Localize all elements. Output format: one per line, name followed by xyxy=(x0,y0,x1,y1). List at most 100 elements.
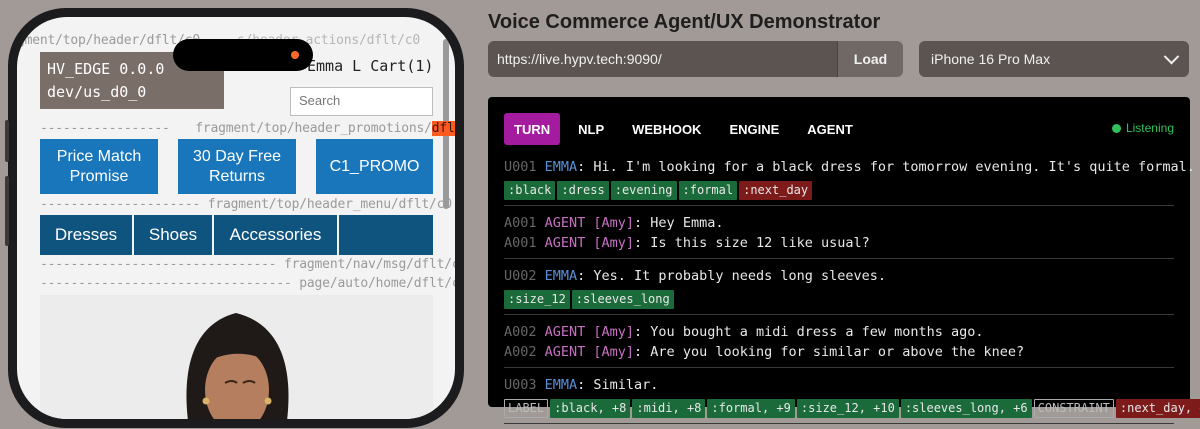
promo-label: Price Match Promise xyxy=(56,147,142,185)
promo-c1[interactable]: C1_PROMO xyxy=(316,139,433,194)
turn-line: A002 AGENT [Amy]: You bought a midi dres… xyxy=(504,322,1174,342)
turn-block: U002 EMMA: Yes. It probably needs long s… xyxy=(504,264,1174,315)
entity-tag: :size_12, +10 xyxy=(796,399,899,418)
fragment-rule: ----------------- xyxy=(40,121,170,136)
phone-screen: gment/top/header/dflt/c0 s/header_action… xyxy=(17,17,455,419)
conversation-log: U001 EMMA: Hi. I'm looking for a black d… xyxy=(504,155,1200,429)
entity-tag: :formal, +9 xyxy=(707,399,795,418)
speaker-label: EMMA xyxy=(544,268,578,284)
turn-id: A002 xyxy=(504,324,545,340)
header-actions[interactable]: Emma L Cart(1) xyxy=(307,57,433,75)
console-tabs: TURN NLP WEBHOOK ENGINE AGENT xyxy=(504,113,871,145)
tab-engine[interactable]: ENGINE xyxy=(719,113,789,145)
tag-row: :size_12:sleeves_long xyxy=(504,288,1174,309)
url-bar: Load xyxy=(488,41,903,77)
tab-webhook[interactable]: WEBHOOK xyxy=(622,113,711,145)
entity-tag: :sleeves_long xyxy=(571,290,674,309)
turn-line: U002 EMMA: Yes. It probably needs long s… xyxy=(504,266,1174,286)
fragment-label-menu: --------------------- fragment/top/heade… xyxy=(40,197,452,212)
status-dot-icon xyxy=(1111,123,1121,133)
menu-label: Dresses xyxy=(54,225,118,244)
url-input[interactable] xyxy=(488,41,837,77)
listening-status: Listening xyxy=(1111,121,1174,135)
menu-label: Shoes xyxy=(148,225,198,244)
debug-console: TURN NLP WEBHOOK ENGINE AGENT Listening U001… xyxy=(488,97,1200,424)
tag-row: LABEL:black, +8:midi, +8:formal, +9:size… xyxy=(504,397,1200,418)
speaker-label: EMMA xyxy=(544,159,578,175)
entity-tag: :black xyxy=(504,181,556,200)
entity-tag: :sleeves_long, +6 xyxy=(900,399,1032,418)
fragment-label-promotions: ----------------- fragment/top/header_pr… xyxy=(40,121,455,136)
turn-id: U003 xyxy=(504,377,545,393)
device-select[interactable]: iPhone 16 Pro Max xyxy=(919,41,1189,77)
model-photo xyxy=(40,295,433,419)
entity-tag: :formal xyxy=(678,181,738,200)
phone-frame: gment/top/header/dflt/c0 s/header_action… xyxy=(5,8,464,428)
tab-turn[interactable]: TURN xyxy=(504,113,561,145)
tab-agent[interactable]: AGENT xyxy=(797,113,863,145)
fragment-label-page: --------------------------------- page/a… xyxy=(40,276,455,291)
utterance-text: : Are you looking for similar or above t… xyxy=(634,344,1025,360)
fragment-variant-highlight: dflt/c1 xyxy=(431,121,455,136)
entity-tag: :midi, +8 xyxy=(632,399,706,418)
camera-indicator-icon xyxy=(291,51,299,59)
speaker-label: AGENT [Amy] xyxy=(544,324,635,340)
fragment-label-header: gment/top/header/dflt/c0 xyxy=(17,33,201,48)
turn-block: U003 EMMA: Similar. LABEL:black, +8:midi,… xyxy=(504,373,1200,424)
turn-block: A002 AGENT [Amy]: You bought a midi dres… xyxy=(504,320,1174,368)
promo-free-returns[interactable]: 30 Day Free Returns xyxy=(178,139,296,194)
menu-item-shoes[interactable]: Shoes xyxy=(134,215,214,255)
turn-line: A001 AGENT [Amy]: Hey Emma. xyxy=(504,213,1174,233)
app-title: Voice Commerce Agent/UX Demonstrator xyxy=(488,11,881,33)
entity-tag: :black, +8 xyxy=(550,399,631,418)
menu-item-accessories[interactable]: Accessories xyxy=(214,215,339,255)
tag-category-label: LABEL xyxy=(504,399,549,418)
utterance-text: : Is this size 12 like usual? xyxy=(634,235,870,251)
utterance-text: : Hi. I'm looking for a black dress for … xyxy=(577,159,1195,175)
tab-nlp[interactable]: NLP xyxy=(568,113,614,145)
promo-label: 30 Day Free Returns xyxy=(192,147,282,185)
utterance-text: : Similar. xyxy=(577,377,659,393)
entity-tag: :evening xyxy=(610,181,677,200)
turn-id: A002 xyxy=(504,344,545,360)
header-menu: Dresses Shoes Accessories xyxy=(40,215,433,255)
speaker-label: AGENT [Amy] xyxy=(544,215,635,231)
entity-tag: :dress xyxy=(557,181,609,200)
menu-item-empty[interactable] xyxy=(339,215,433,255)
utterance-text: : Hey Emma. xyxy=(634,215,724,231)
menu-label: Accessories xyxy=(229,225,322,244)
turn-line: U003 EMMA: Similar. xyxy=(504,375,1174,395)
utterance-text: : Yes. It probably needs long sleeves. xyxy=(577,268,887,284)
fragment-path: fragment/top/header_promotions/ xyxy=(195,121,432,136)
turn-block: A001 AGENT [Amy]: Hey Emma. A001 AGENT [A… xyxy=(504,211,1174,259)
entity-tag: :next_day xyxy=(739,181,813,200)
turn-line: U001 EMMA: Hi. I'm looking for a black d… xyxy=(504,157,1195,177)
hero-image[interactable] xyxy=(40,295,433,419)
turn-block: U001 EMMA: Hi. I'm looking for a black d… xyxy=(504,155,1195,206)
turn-id: A001 xyxy=(504,235,545,251)
edge-env-label: dev/us_d0_0 xyxy=(47,83,147,101)
search-input[interactable]: Search xyxy=(290,87,433,116)
turn-line: A001 AGENT [Amy]: Is this size 12 like u… xyxy=(504,233,1174,253)
utterance-text: : You bought a midi dress a few months a… xyxy=(634,324,984,340)
device-select-value: iPhone 16 Pro Max xyxy=(931,51,1051,67)
speaker-label: EMMA xyxy=(544,377,578,393)
load-button[interactable]: Load xyxy=(837,41,903,77)
phone-volume-button xyxy=(5,176,9,246)
tag-category-label: CONSTRAINT xyxy=(1033,399,1114,418)
phone-side-button xyxy=(5,120,9,162)
speaker-label: AGENT [Amy] xyxy=(544,344,635,360)
entity-tag: :next_day, +10 xyxy=(1115,399,1200,418)
chevron-down-icon xyxy=(1163,48,1180,64)
entity-tag: :size_12 xyxy=(504,290,570,309)
turn-id: U002 xyxy=(504,268,545,284)
promo-label: C1_PROMO xyxy=(329,157,420,175)
dynamic-island xyxy=(173,39,313,71)
turn-line: A002 AGENT [Amy]: Are you looking for si… xyxy=(504,342,1174,362)
promo-price-match[interactable]: Price Match Promise xyxy=(40,139,158,194)
status-label: Listening xyxy=(1125,121,1174,135)
menu-item-dresses[interactable]: Dresses xyxy=(40,215,134,255)
fragment-label-nav-msg: ------------------------------- fragment… xyxy=(40,257,455,272)
tag-row: :black:dress:evening:formal:next_day xyxy=(504,179,1174,200)
turn-id: U001 xyxy=(504,159,545,175)
